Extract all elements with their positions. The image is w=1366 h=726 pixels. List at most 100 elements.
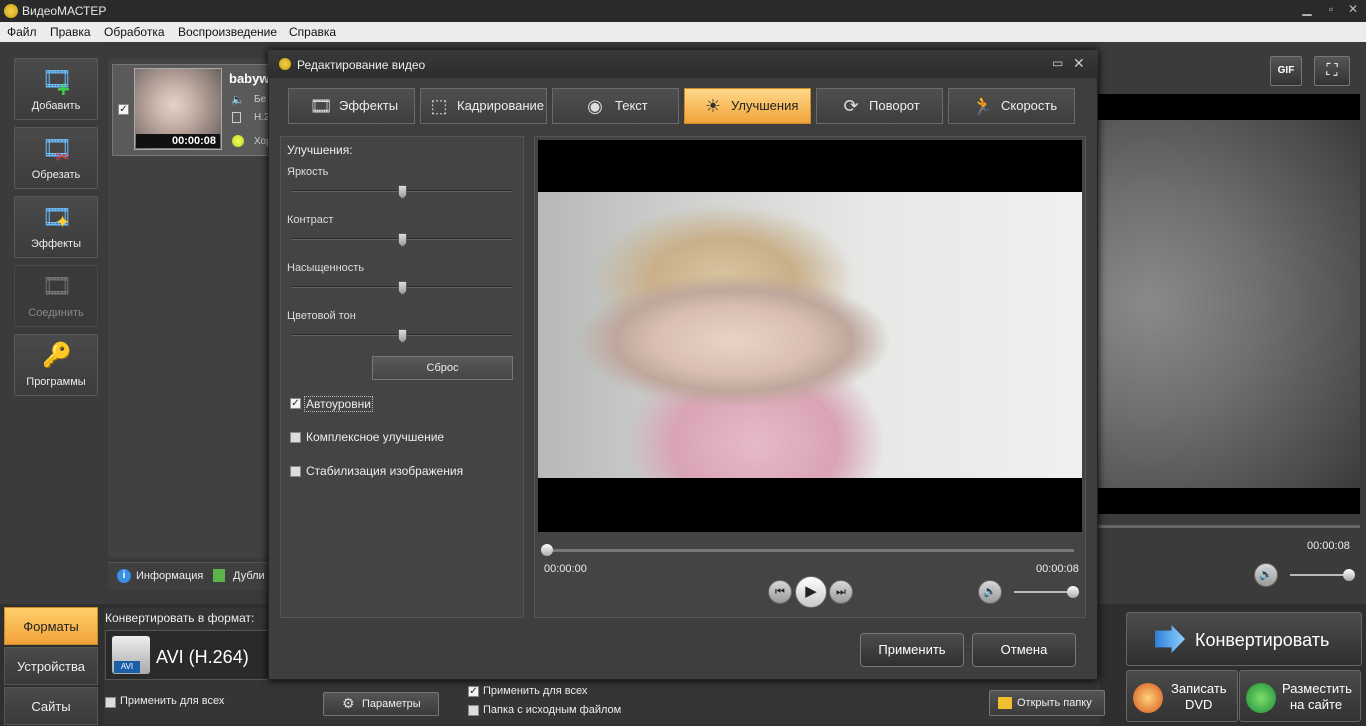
apply-all-right-label: Применить для всех <box>483 685 588 697</box>
running-icon: 🏃 <box>971 96 995 116</box>
open-folder-button[interactable]: Открыть папку <box>989 690 1105 716</box>
crop-icon: ⬚ <box>430 96 448 116</box>
complex-enhance-label[interactable]: Комплексное улучшение <box>306 430 444 444</box>
seekbar-thumb[interactable] <box>541 544 553 556</box>
app-logo-icon <box>4 4 18 18</box>
close-window-button[interactable]: ✕ <box>1344 2 1362 18</box>
dialog-maximize-button[interactable]: ▭ <box>1052 56 1063 70</box>
trim-button[interactable]: 🎞 ✂ Обрезать <box>14 127 98 189</box>
volume-button[interactable]: 🔊 <box>978 580 1002 604</box>
speaker-icon: 🔈 <box>231 94 245 106</box>
params-button[interactable]: ⚙ Параметры <box>323 692 439 716</box>
tab-rotate[interactable]: ⟳ Поворот <box>816 88 943 124</box>
preview-volume-thumb[interactable] <box>1343 569 1355 581</box>
menu-help[interactable]: Справка <box>289 25 336 39</box>
auto-levels-label[interactable]: Автоуровни <box>304 396 373 412</box>
duplicate-icon <box>213 569 225 582</box>
source-folder-label: Папка с исходным файлом <box>483 704 622 716</box>
apply-all-right-checkbox[interactable]: ✓ <box>468 686 479 697</box>
saturation-label: Насыщенность <box>287 262 365 274</box>
file-name: babyw <box>229 71 270 86</box>
info-button[interactable]: Информация <box>136 570 203 582</box>
convert-arrow-icon <box>1155 625 1185 653</box>
convert-to-label: Конвертировать в формат: <box>105 611 255 625</box>
volume-thumb[interactable] <box>1067 586 1079 598</box>
effects-button[interactable]: 🎞 ✦ Эффекты <box>14 196 98 258</box>
programs-button[interactable]: 🔑 Программы <box>14 334 98 396</box>
join-button[interactable]: 🎞 Соединить <box>14 265 98 327</box>
hue-label: Цветовой тон <box>287 310 356 322</box>
tab-crop[interactable]: ⬚ Кадрирование <box>420 88 547 124</box>
stabilization-checkbox[interactable] <box>290 466 301 477</box>
video-image <box>538 192 1082 478</box>
convert-button[interactable]: Конвертировать <box>1126 612 1362 666</box>
skip-forward-icon: ⏭ <box>836 586 846 598</box>
complex-enhance-checkbox[interactable] <box>290 432 301 443</box>
tab-text[interactable]: ◉ Текст <box>552 88 679 124</box>
menu-file[interactable]: Файл <box>7 25 37 39</box>
speaker-icon: 🔊 <box>983 586 997 598</box>
window-title: ВидеоМАСТЕР <box>22 4 107 18</box>
title-bar: ВидеоМАСТЕР ▁ ▫ ✕ <box>0 0 1366 22</box>
preview-seekbar[interactable] <box>1098 525 1360 528</box>
main-preview <box>1098 94 1360 514</box>
folder-icon <box>998 697 1012 709</box>
next-frame-button[interactable]: ⏭ <box>829 580 853 604</box>
quality-icon <box>232 135 244 147</box>
dialog-title: Редактирование видео <box>297 58 426 72</box>
dvd-icon <box>1133 683 1163 713</box>
film-magic-icon: 🎞 ✦ <box>41 204 73 232</box>
speaker-icon: 🔊 <box>1259 569 1273 581</box>
format-name: AVI (H.264) <box>156 647 249 667</box>
film-join-icon: 🎞 <box>41 273 73 300</box>
file-duration: 00:00:08 <box>136 134 220 148</box>
cancel-button[interactable]: Отмена <box>972 633 1076 667</box>
section-title: Улучшения: <box>287 143 353 157</box>
stabilization-label[interactable]: Стабилизация изображения <box>306 464 463 478</box>
time-end: 00:00:08 <box>1036 563 1079 575</box>
source-folder-checkbox[interactable] <box>468 705 479 716</box>
menu-edit[interactable]: Правка <box>50 25 91 39</box>
add-button[interactable]: 🎞 + Добавить <box>14 58 98 120</box>
preview-volume-button[interactable]: 🔊 <box>1254 563 1278 587</box>
film-effects-icon: 🎞 <box>309 96 333 116</box>
fullscreen-button[interactable]: ⛶ <box>1314 56 1350 86</box>
dialog-logo-icon <box>279 58 291 70</box>
prev-frame-button[interactable]: ⏮ <box>768 580 792 604</box>
reset-button[interactable]: Сброс <box>372 356 513 380</box>
publish-button[interactable]: Разместить на сайте <box>1239 670 1361 722</box>
apply-button[interactable]: Применить <box>860 633 964 667</box>
dialog-title-bar: Редактирование видео ▭ ✕ <box>268 50 1098 78</box>
brightness-label: Яркость <box>287 166 329 178</box>
maximize-button[interactable]: ▫ <box>1322 2 1340 18</box>
gear-icon: ⚙ <box>342 695 355 711</box>
tab-effects[interactable]: 🎞 Эффекты <box>288 88 415 124</box>
dialog-seekbar[interactable] <box>546 549 1074 552</box>
film-scissors-icon: 🎞 ✂ <box>41 135 73 167</box>
minimize-button[interactable]: ▁ <box>1298 2 1316 18</box>
apply-all-left-label: Применить для всех <box>120 695 225 707</box>
fullscreen-icon: ⛶ <box>1326 62 1338 79</box>
menu-process[interactable]: Обработка <box>104 25 165 39</box>
film-plus-icon: 🎞 + <box>41 66 73 102</box>
globe-upload-icon <box>1246 683 1276 713</box>
time-start: 00:00:00 <box>544 563 587 575</box>
menu-playback[interactable]: Воспроизведение <box>178 25 277 39</box>
auto-levels-checkbox[interactable]: ✓ <box>290 398 301 409</box>
apply-all-left-checkbox[interactable] <box>105 697 116 708</box>
contrast-label: Контраст <box>287 214 334 226</box>
skip-back-icon: ⏮ <box>775 586 785 598</box>
burn-dvd-button[interactable]: Записать DVD <box>1126 670 1238 722</box>
tab-enhancements[interactable]: ☀ Улучшения <box>684 88 811 124</box>
duplicate-button[interactable]: Дубли <box>233 570 265 582</box>
rotate-icon: ⟳ <box>843 96 859 116</box>
play-button[interactable]: ▶ <box>795 576 827 608</box>
tab-speed[interactable]: 🏃 Скорость <box>948 88 1075 124</box>
tab-sites[interactable]: Сайты <box>4 687 98 725</box>
tab-devices[interactable]: Устройства <box>4 647 98 685</box>
tab-formats[interactable]: Форматы <box>4 607 98 645</box>
gif-button[interactable]: GIF <box>1270 56 1302 86</box>
key-icon: 🔑 <box>42 342 72 369</box>
dialog-close-button[interactable]: ✕ <box>1073 55 1085 72</box>
file-select-checkbox[interactable]: ✓ <box>118 104 129 115</box>
